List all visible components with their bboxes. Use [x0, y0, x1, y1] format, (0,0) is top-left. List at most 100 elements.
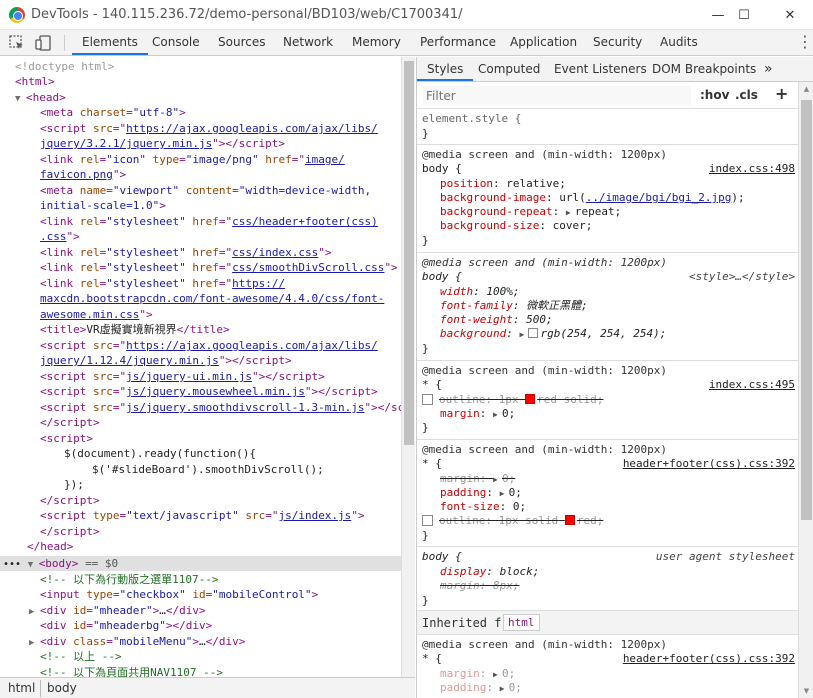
tab-sources[interactable]: Sources	[218, 30, 265, 55]
inherited-from-html-link[interactable]: html	[503, 614, 540, 631]
expand-triangle-icon[interactable]: ▼	[15, 92, 26, 107]
css-declaration-overridden[interactable]: margin: 8px;	[440, 579, 520, 593]
script-index-js-node[interactable]: <script type="text/javascript" src="js/i…	[40, 508, 365, 523]
title-node[interactable]: <title>VR虛擬實境新視界</title>	[40, 322, 230, 337]
hover-state-button[interactable]: :hov	[700, 88, 729, 102]
css-rule[interactable]: @media screen and (min-width: 1200px) * …	[417, 362, 798, 440]
collapse-triangle-icon[interactable]: ▶	[29, 605, 40, 620]
input-checkbox-node[interactable]: <input type="checkbox" id="mobileControl…	[40, 587, 318, 602]
tab-computed[interactable]: Computed	[478, 57, 540, 81]
css-declaration[interactable]: padding: ▶ 0;	[440, 486, 522, 500]
tab-security[interactable]: Security	[593, 30, 642, 55]
script-inline-node[interactable]: <script>	[40, 431, 93, 446]
css-declaration[interactable]: font-family: 微軟正黑體;	[440, 299, 588, 313]
expand-triangle-icon[interactable]: ▼	[28, 558, 39, 573]
meta-viewport-node[interactable]: <meta name="viewport" content="width=dev…	[40, 183, 371, 198]
meta-charset-node[interactable]: <meta charset="utf-8">	[40, 105, 186, 120]
close-button[interactable]: ✕	[767, 0, 813, 30]
device-toolbar-icon[interactable]	[34, 34, 52, 52]
breadcrumb-body[interactable]: body	[40, 680, 83, 697]
comment-node[interactable]: <!-- 以下為行動版之選單1107-->	[40, 572, 218, 587]
div-mobilemenu-node[interactable]: ▶ <div class="mobileMenu">…</div>	[29, 634, 245, 649]
doctype-node[interactable]: <!doctype html>	[15, 59, 114, 74]
class-toggle-button[interactable]: .cls	[735, 88, 758, 102]
maximize-button[interactable]: ☐	[721, 0, 767, 30]
css-declaration-disabled[interactable]: outline: 1px solid red;	[422, 514, 603, 528]
rule-source-link[interactable]: <style>…</style>	[689, 270, 795, 284]
tab-application[interactable]: Application	[510, 30, 577, 55]
css-declaration[interactable]: background-repeat: ▶ repeat;	[440, 205, 621, 219]
color-swatch[interactable]	[525, 394, 536, 404]
link-icon-node[interactable]: <link rel="icon" type="image/png" href="…	[40, 152, 345, 167]
rule-source-link[interactable]: header+footer(css).css:392	[623, 652, 795, 666]
expand-arrow-icon[interactable]: ▶	[566, 206, 575, 220]
tab-audits[interactable]: Audits	[660, 30, 698, 55]
rule-source-link[interactable]: index.css:498	[709, 162, 795, 176]
script-mousewheel-node[interactable]: <script src="js/jquery.mousewheel.min.js…	[40, 384, 378, 399]
declaration-checkbox[interactable]	[422, 394, 433, 405]
expand-arrow-icon[interactable]: ▶	[519, 328, 528, 342]
script-jquery-node[interactable]: <script src="https://ajax.googleapis.com…	[40, 121, 378, 136]
script-smoothscroll-node[interactable]: <script src="js/jquery.smoothdivscroll-1…	[40, 400, 401, 415]
new-rule-button[interactable]: +	[775, 84, 788, 103]
scroll-up-icon[interactable]: ▲	[799, 82, 813, 96]
rule-source-link[interactable]: index.css:495	[709, 378, 795, 392]
styles-filter-input[interactable]	[423, 86, 691, 105]
collapse-triangle-icon[interactable]: ▶	[29, 636, 40, 651]
tab-elements[interactable]: Elements	[72, 30, 148, 55]
css-declaration-disabled[interactable]: outline: 1px red solid;	[422, 393, 603, 407]
more-options-icon[interactable]: ⋮	[797, 34, 813, 52]
expand-arrow-icon[interactable]: ▶	[500, 682, 509, 696]
css-rule[interactable]: @media screen and (min-width: 1200px) bo…	[417, 146, 798, 253]
tab-event-listeners[interactable]: Event Listeners	[554, 57, 647, 81]
div-mheader-node[interactable]: ▶ <div id="mheader">…</div>	[29, 603, 206, 618]
css-declaration[interactable]: display: block;	[440, 565, 539, 579]
css-rule[interactable]: @media screen and (min-width: 1200px) bo…	[417, 254, 798, 361]
link-header-footer-node[interactable]: <link rel="stylesheet" href="css/header+…	[40, 214, 378, 229]
css-rule[interactable]: @media screen and (min-width: 1200px) * …	[417, 636, 798, 698]
color-swatch[interactable]	[564, 515, 575, 525]
tab-network[interactable]: Network	[283, 30, 333, 55]
css-rule[interactable]: @media screen and (min-width: 1200px) * …	[417, 441, 798, 547]
tab-performance[interactable]: Performance	[420, 30, 496, 55]
dom-scrollbar[interactable]	[401, 57, 415, 677]
styles-scrollbar-thumb[interactable]	[801, 100, 812, 520]
declaration-checkbox[interactable]	[422, 515, 433, 526]
link-index-css-node[interactable]: <link rel="stylesheet" href="css/index.c…	[40, 245, 331, 260]
rule-source-link[interactable]: header+footer(css).css:392	[623, 457, 795, 471]
expand-arrow-icon[interactable]: ▶	[493, 668, 502, 682]
more-tabs-icon[interactable]: »	[764, 57, 773, 81]
styles-scrollbar[interactable]: ▲ ▼	[798, 82, 813, 698]
scroll-down-icon[interactable]: ▼	[799, 684, 813, 698]
tab-console[interactable]: Console	[152, 30, 200, 55]
css-declaration[interactable]: background: ▶ rgb(254, 254, 254);	[440, 327, 666, 341]
css-declaration[interactable]: margin: ▶ 0;	[440, 407, 515, 421]
css-declaration[interactable]: font-size: 0;	[440, 500, 526, 514]
div-mheaderbg-node[interactable]: <div id="mheaderbg"></div>	[40, 618, 212, 633]
tab-memory[interactable]: Memory	[352, 30, 401, 55]
script-url-link[interactable]: https://ajax.googleapis.com/ajax/libs/	[126, 122, 378, 135]
css-declaration[interactable]: background-size: cover;	[440, 219, 592, 233]
link-font-awesome-node[interactable]: <link rel="stylesheet" href="https://	[40, 276, 285, 291]
body-node[interactable]: ••• ▼ <body> == $0	[3, 556, 118, 571]
element-style-rule[interactable]: element.style { }	[417, 109, 798, 145]
css-declaration-inherited[interactable]: margin: ▶ 0;	[440, 667, 515, 681]
color-swatch[interactable]	[528, 328, 539, 338]
tab-styles[interactable]: Styles	[417, 57, 474, 81]
tab-dom-breakpoints[interactable]: DOM Breakpoints	[652, 57, 756, 81]
head-node[interactable]: ▼ <head>	[15, 90, 66, 105]
breadcrumb-html[interactable]: html	[2, 680, 41, 697]
comment-node[interactable]: <!-- 以上 -->	[40, 649, 122, 664]
inspect-element-icon[interactable]	[8, 34, 26, 52]
expand-arrow-icon[interactable]: ▶	[493, 473, 502, 487]
css-declaration[interactable]: position: relative;	[440, 177, 566, 191]
expand-arrow-icon[interactable]: ▶	[493, 408, 502, 422]
css-declaration-overridden[interactable]: margin: ▶ 0;	[440, 472, 515, 486]
dom-scrollbar-thumb[interactable]	[404, 61, 414, 445]
css-declaration[interactable]: background-image: url(../image/bgi/bgi_2…	[440, 191, 745, 205]
script-jquery112-node[interactable]: <script src="https://ajax.googleapis.com…	[40, 338, 378, 353]
css-declaration[interactable]: font-weight: 500;	[440, 313, 553, 327]
expand-arrow-icon[interactable]: ▶	[500, 487, 509, 501]
css-declaration[interactable]: width: 100%;	[440, 285, 520, 299]
script-jquery-ui-node[interactable]: <script src="js/jquery-ui.min.js"></scri…	[40, 369, 325, 384]
